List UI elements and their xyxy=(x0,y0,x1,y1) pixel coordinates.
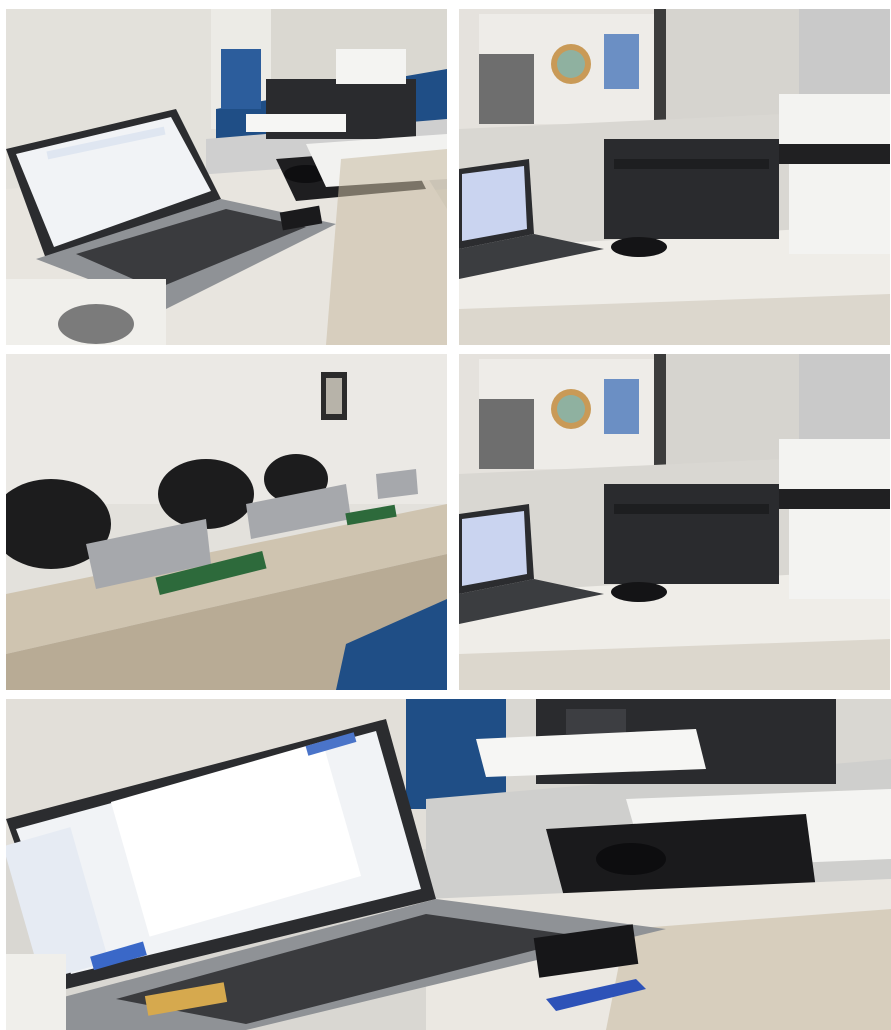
photo-meeting-room-desk xyxy=(6,354,447,690)
photo-laptop-printer-desk xyxy=(6,9,447,345)
photo-laptop-laser-printers-2 xyxy=(459,354,890,690)
photo-laptop-laser-printers xyxy=(459,9,890,345)
photo-laptop-closeup xyxy=(6,699,891,1030)
